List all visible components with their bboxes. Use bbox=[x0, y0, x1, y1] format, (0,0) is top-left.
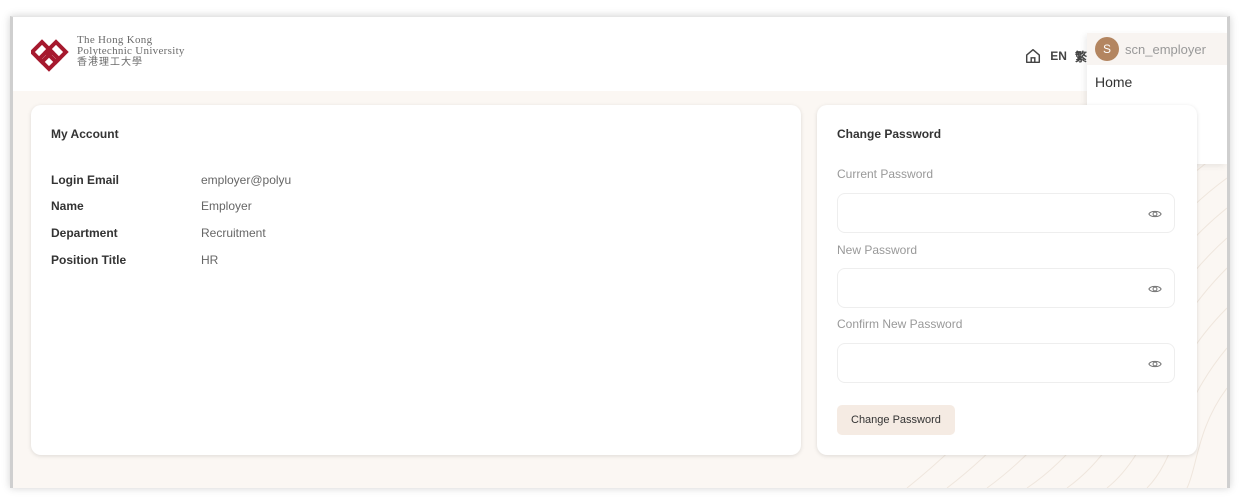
name-label: Name bbox=[51, 199, 84, 213]
name-value: Employer bbox=[201, 199, 252, 213]
confirm-password-field[interactable] bbox=[837, 343, 1175, 383]
user-menu-toggle[interactable]: S scn_employer bbox=[1087, 33, 1227, 65]
logo-line-2: Polytechnic University bbox=[77, 45, 185, 57]
logo-text: The Hong Kong Polytechnic University 香港理… bbox=[77, 35, 185, 69]
home-icon[interactable] bbox=[1024, 47, 1042, 65]
my-account-title: My Account bbox=[51, 127, 119, 141]
current-password-field[interactable] bbox=[837, 193, 1175, 233]
info-row-position-title: Position Title HR bbox=[51, 253, 218, 267]
position-title-value: HR bbox=[201, 253, 219, 267]
current-password-label: Current Password bbox=[837, 167, 934, 181]
eye-icon[interactable] bbox=[1148, 207, 1162, 221]
top-navbar: The Hong Kong Polytechnic University 香港理… bbox=[13, 17, 1227, 164]
app-window: The Hong Kong Polytechnic University 香港理… bbox=[10, 16, 1230, 488]
lang-tc-link[interactable]: 繁 bbox=[1075, 48, 1087, 65]
logo-line-3: 香港理工大學 bbox=[77, 57, 143, 68]
info-row-name: Name Employer bbox=[51, 199, 252, 213]
info-row-department: Department Recruitment bbox=[51, 226, 266, 240]
lang-en-link[interactable]: EN bbox=[1050, 49, 1067, 63]
polyu-logo[interactable]: The Hong Kong Polytechnic University 香港理… bbox=[31, 35, 271, 85]
confirm-password-label: Confirm New Password bbox=[837, 317, 963, 331]
department-label: Department bbox=[51, 226, 118, 240]
change-password-title: Change Password bbox=[837, 127, 942, 141]
username-label: scn_employer bbox=[1125, 41, 1206, 57]
new-password-field[interactable] bbox=[837, 268, 1175, 308]
my-account-card: My Account Login Email employer@polyu Na… bbox=[31, 105, 801, 455]
new-password-label: New Password bbox=[837, 243, 918, 257]
login-email-value: employer@polyu bbox=[201, 173, 292, 187]
department-value: Recruitment bbox=[201, 226, 266, 240]
change-password-button[interactable]: Change Password bbox=[837, 405, 955, 435]
menu-item-home[interactable]: Home bbox=[1087, 65, 1227, 98]
position-title-label: Position Title bbox=[51, 253, 127, 267]
polyu-logo-icon bbox=[31, 39, 69, 72]
eye-icon[interactable] bbox=[1148, 282, 1162, 296]
eye-icon[interactable] bbox=[1148, 357, 1162, 371]
change-password-card: Change Password Current Password New Pas… bbox=[817, 105, 1197, 455]
login-email-label: Login Email bbox=[51, 173, 120, 187]
avatar: S bbox=[1095, 37, 1119, 61]
info-row-login-email: Login Email employer@polyu bbox=[51, 173, 291, 187]
